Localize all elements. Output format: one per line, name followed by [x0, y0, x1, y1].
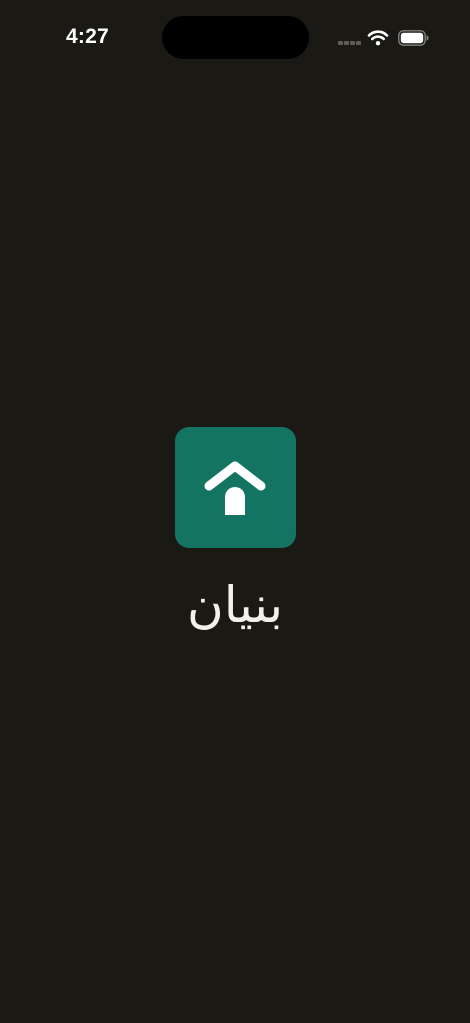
app-name: بنيان: [186, 576, 284, 634]
house-icon: [204, 461, 266, 515]
app-logo: [175, 427, 296, 548]
splash-screen: بنيان: [0, 0, 470, 1023]
